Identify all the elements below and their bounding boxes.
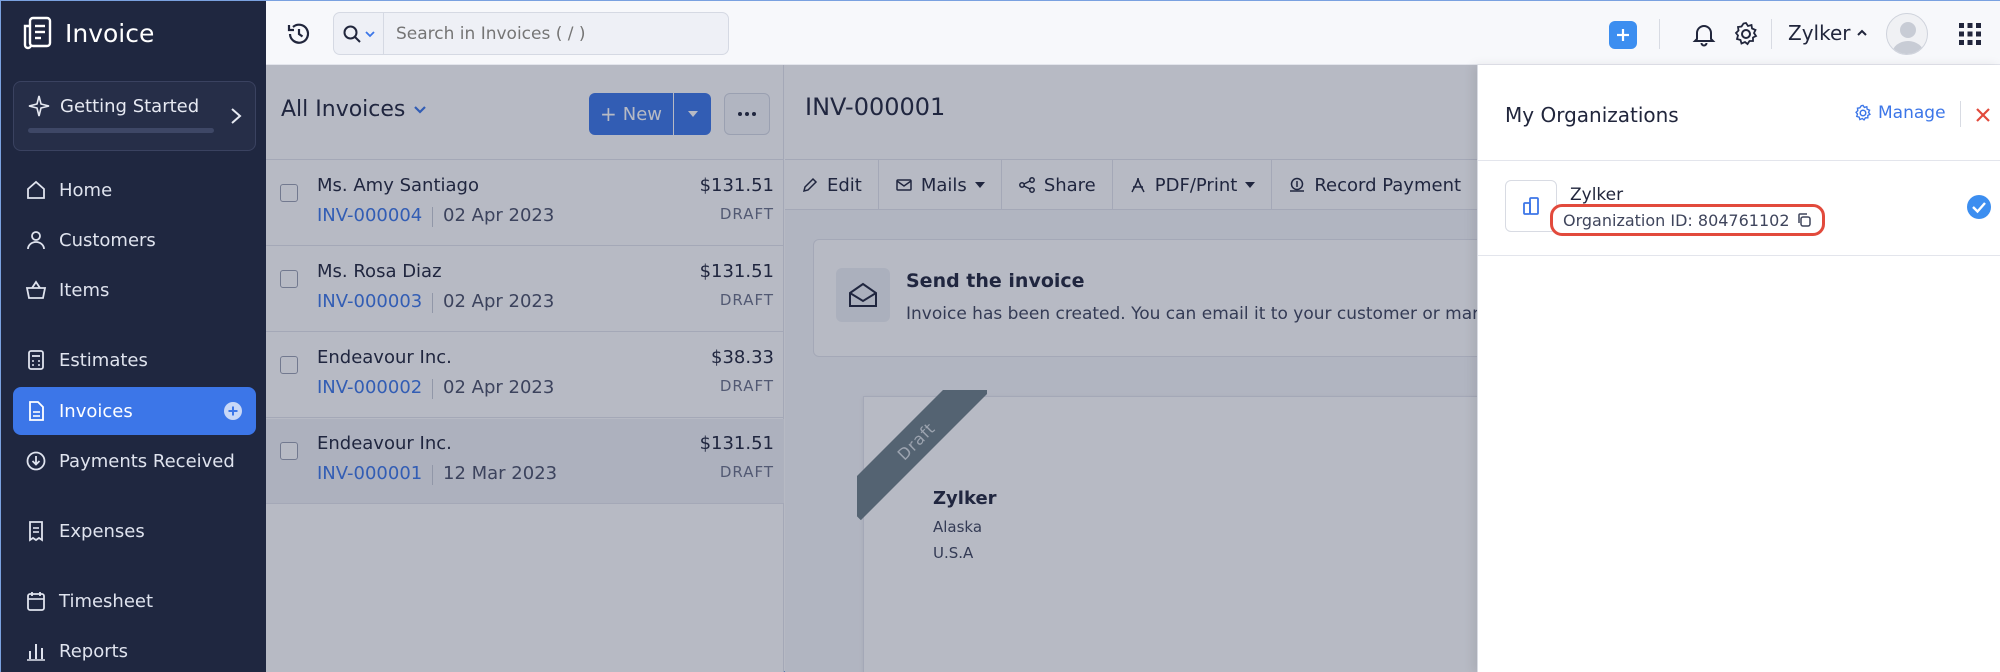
user-icon <box>27 231 45 250</box>
calendar-icon <box>27 592 45 611</box>
avatar[interactable] <box>1886 13 1928 55</box>
chevron-right-icon <box>231 108 242 124</box>
sidebar-item-payments-received[interactable]: Payments Received <box>13 437 256 485</box>
sidebar-item-label: Home <box>59 179 113 201</box>
organization-switcher[interactable]: Zylker <box>1788 21 1867 45</box>
sidebar: Invoice Getting Started Home Customers I… <box>1 1 266 672</box>
search-icon <box>343 25 361 43</box>
bar-chart-icon <box>27 644 45 661</box>
divider <box>1659 19 1660 49</box>
chevron-down-icon <box>365 30 375 37</box>
invoice-logo-icon <box>23 16 52 50</box>
sidebar-item-label: Items <box>59 279 110 301</box>
receipt-icon <box>29 521 43 542</box>
search-box[interactable] <box>333 12 729 55</box>
quick-create-button[interactable] <box>1609 21 1637 49</box>
recent-history-icon[interactable] <box>286 21 312 47</box>
sidebar-item-label: Customers <box>59 229 156 251</box>
divider <box>1960 101 1961 127</box>
app-title: Invoice <box>65 18 155 48</box>
getting-started-label: Getting Started <box>60 96 200 117</box>
payment-icon <box>26 451 46 471</box>
sidebar-item-expenses[interactable]: Expenses <box>13 507 256 555</box>
getting-started-card[interactable]: Getting Started <box>13 81 256 151</box>
app-grid-icon[interactable] <box>1958 22 1982 46</box>
brand[interactable]: Invoice <box>1 1 266 65</box>
organization-switcher-label: Zylker <box>1788 21 1851 45</box>
organization-id: Organization ID: 804761102 <box>1550 204 1825 236</box>
calculator-icon <box>28 350 44 370</box>
search-input[interactable] <box>384 23 714 44</box>
sidebar-item-invoices[interactable]: Invoices <box>13 387 256 435</box>
modal-backdrop[interactable] <box>266 65 1477 672</box>
organization-item[interactable]: Zylker Organization ID: 804761102 <box>1478 161 2000 256</box>
user-avatar-icon <box>1892 22 1924 54</box>
document-icon <box>29 401 44 421</box>
sidebar-item-label: Expenses <box>59 520 145 542</box>
sidebar-item-label: Invoices <box>59 400 133 422</box>
search-filter-toggle[interactable] <box>334 12 384 55</box>
sidebar-item-timesheet[interactable]: Timesheet <box>13 577 256 625</box>
manage-organizations-link[interactable]: Manage <box>1854 103 1946 123</box>
sidebar-item-reports[interactable]: Reports <box>13 627 256 672</box>
sidebar-item-estimates[interactable]: Estimates <box>13 336 256 384</box>
organization-name: Zylker <box>1570 185 1624 205</box>
gear-icon <box>1855 104 1871 121</box>
top-bar: Zylker <box>266 1 2000 65</box>
home-icon <box>27 180 45 199</box>
sidebar-item-home[interactable]: Home <box>13 166 256 214</box>
sidebar-item-label: Estimates <box>59 349 148 371</box>
panel-title: My Organizations <box>1505 103 1679 127</box>
sidebar-item-label: Timesheet <box>59 590 154 612</box>
sidebar-item-customers[interactable]: Customers <box>13 216 256 264</box>
add-invoice-icon[interactable] <box>224 402 242 420</box>
plus-icon <box>1617 29 1629 41</box>
sidebar-item-items[interactable]: Items <box>13 266 256 314</box>
caret-up-icon <box>1856 29 1867 36</box>
sparkle-icon <box>28 95 50 117</box>
getting-started-progress <box>28 128 214 133</box>
copy-icon[interactable] <box>1796 212 1812 228</box>
sidebar-item-label: Reports <box>59 640 129 662</box>
basket-icon <box>25 280 47 299</box>
bell-icon[interactable] <box>1691 21 1717 47</box>
organizations-panel: My Organizations Manage Zylker Organizat… <box>1477 65 2000 672</box>
divider <box>1771 19 1772 49</box>
organization-id-text: Organization ID: 804761102 <box>1563 210 1790 230</box>
close-icon[interactable] <box>1974 106 1992 124</box>
building-icon <box>1523 197 1539 215</box>
gear-icon[interactable] <box>1733 21 1759 47</box>
manage-label: Manage <box>1878 103 1946 123</box>
check-circle-icon <box>1967 195 1991 219</box>
sidebar-item-label: Payments Received <box>59 450 235 472</box>
